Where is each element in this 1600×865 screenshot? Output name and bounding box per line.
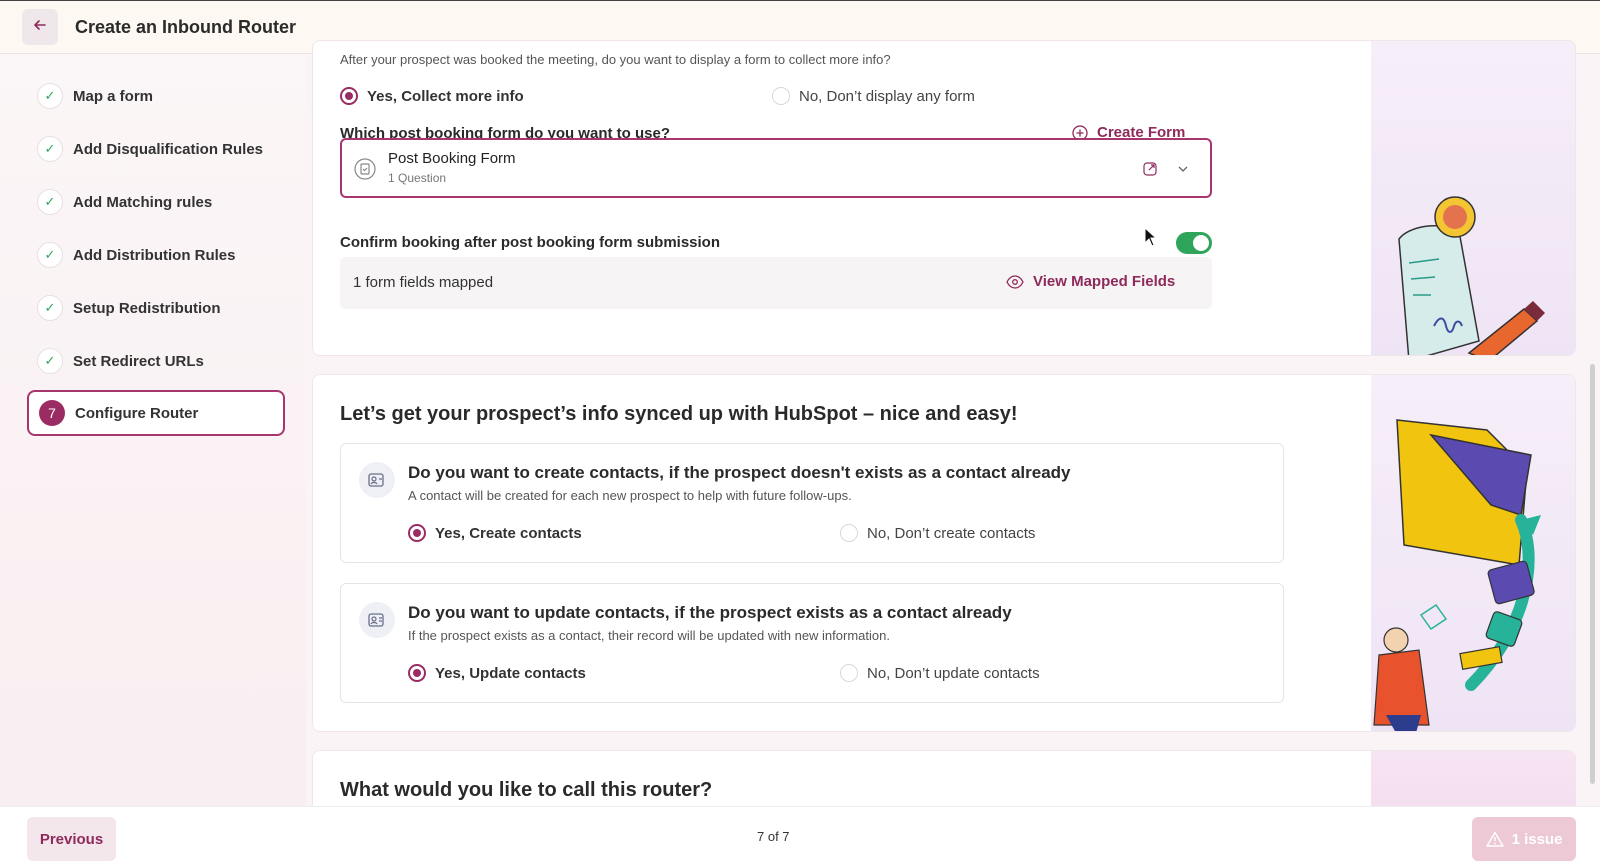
- step-label: Setup Redistribution: [73, 299, 221, 317]
- check-icon: ✓: [37, 348, 63, 374]
- create-contacts-question: Do you want to create contacts, if the p…: [408, 463, 1071, 482]
- post-booking-form-select[interactable]: Post Booking Form 1 Question: [340, 138, 1212, 198]
- footer-bar: Previous 7 of 7 1 issue: [0, 806, 1600, 865]
- create-contacts-yes-radio[interactable]: Yes, Create contacts: [408, 524, 582, 542]
- post-booking-card: After your prospect was booked the meeti…: [312, 40, 1576, 356]
- collect-info-no-radio[interactable]: No, Don’t display any form: [772, 87, 975, 105]
- external-link-icon[interactable]: [1142, 161, 1158, 182]
- step-label: Add Matching rules: [73, 193, 213, 211]
- update-contacts-no-radio[interactable]: No, Don’t update contacts: [840, 664, 1040, 682]
- check-icon: ✓: [37, 189, 63, 215]
- check-icon: ✓: [37, 295, 63, 321]
- radio-dot: [340, 87, 358, 105]
- page-indicator: 7 of 7: [757, 829, 790, 844]
- radio-dot: [408, 524, 426, 542]
- folder-illustration: [1371, 375, 1575, 731]
- check-icon: ✓: [37, 136, 63, 162]
- create-contacts-description: A contact will be created for each new p…: [408, 488, 852, 503]
- radio-dot: [840, 524, 858, 542]
- step-number: 7: [39, 400, 65, 426]
- warning-icon: [1485, 831, 1504, 847]
- radio-label: Yes, Create contacts: [435, 524, 582, 542]
- scrollbar-thumb[interactable]: [1590, 364, 1595, 784]
- radio-label: No, Don’t update contacts: [867, 664, 1040, 682]
- step-label: Add Distribution Rules: [73, 246, 236, 264]
- step-configure-router[interactable]: 7 Configure Router: [27, 390, 285, 436]
- issues-button[interactable]: 1 issue: [1472, 817, 1576, 861]
- page-title: Create an Inbound Router: [75, 16, 297, 37]
- hubspot-sync-card: Let’s get your prospect’s info synced up…: [312, 374, 1576, 732]
- issues-label: 1 issue: [1511, 830, 1563, 848]
- chevron-down-icon[interactable]: [1176, 162, 1190, 181]
- step-matching-rules[interactable]: ✓ Add Matching rules: [27, 179, 285, 225]
- step-label: Add Disqualification Rules: [73, 140, 264, 158]
- step-redirect-urls[interactable]: ✓ Set Redirect URLs: [27, 338, 285, 384]
- router-name-title: What would you like to call this router?: [340, 779, 713, 801]
- step-disqualification-rules[interactable]: ✓ Add Disqualification Rules: [27, 126, 285, 172]
- hubspot-title: Let’s get your prospect’s info synced up…: [340, 403, 1018, 425]
- cursor-icon: [1144, 226, 1158, 252]
- radio-dot: [772, 87, 790, 105]
- mapped-count: 1 form fields mapped: [353, 274, 494, 291]
- radio-dot: [408, 664, 426, 682]
- back-button[interactable]: [22, 9, 58, 45]
- post-booking-question: After your prospect was booked the meeti…: [340, 52, 891, 67]
- check-icon: ✓: [37, 242, 63, 268]
- radio-label: No, Don’t display any form: [799, 87, 975, 105]
- view-mapped-fields-button[interactable]: View Mapped Fields: [1006, 273, 1175, 290]
- view-mapped-label: View Mapped Fields: [1033, 273, 1176, 290]
- step-redistribution[interactable]: ✓ Setup Redistribution: [27, 285, 285, 331]
- step-label: Set Redirect URLs: [73, 352, 204, 370]
- previous-button[interactable]: Previous: [27, 817, 116, 861]
- update-contacts-yes-radio[interactable]: Yes, Update contacts: [408, 664, 586, 682]
- step-distribution-rules[interactable]: ✓ Add Distribution Rules: [27, 232, 285, 278]
- selected-form-name: Post Booking Form: [388, 150, 516, 167]
- arrow-left-icon: [32, 17, 48, 38]
- eye-icon: [1006, 274, 1024, 289]
- form-icon: [354, 158, 376, 185]
- collect-info-yes-radio[interactable]: Yes, Collect more info: [340, 87, 524, 105]
- radio-label: No, Don’t create contacts: [867, 524, 1036, 542]
- radio-label: Yes, Collect more info: [367, 87, 524, 105]
- step-label: Map a form: [73, 87, 154, 105]
- step-map-form[interactable]: ✓ Map a form: [27, 73, 285, 119]
- contact-update-icon: [359, 602, 395, 638]
- mapped-fields-bar: 1 form fields mapped View Mapped Fields: [340, 257, 1212, 309]
- update-contacts-card: Do you want to update contacts, if the p…: [340, 583, 1284, 703]
- create-contacts-no-radio[interactable]: No, Don’t create contacts: [840, 524, 1035, 542]
- update-contacts-question: Do you want to update contacts, if the p…: [408, 603, 1012, 622]
- create-contacts-card: Do you want to create contacts, if the p…: [340, 443, 1284, 563]
- contact-add-icon: [359, 462, 395, 498]
- radio-label: Yes, Update contacts: [435, 664, 586, 682]
- confirm-booking-toggle[interactable]: [1176, 232, 1212, 254]
- clipboard-illustration: [1371, 41, 1575, 355]
- update-contacts-description: If the prospect exists as a contact, the…: [408, 628, 890, 643]
- selected-form-sub: 1 Question: [388, 171, 447, 185]
- confirm-booking-label: Confirm booking after post booking form …: [340, 234, 721, 251]
- radio-dot: [840, 664, 858, 682]
- steps-sidebar: ✓ Map a form ✓ Add Disqualification Rule…: [0, 54, 306, 806]
- check-icon: ✓: [37, 83, 63, 109]
- step-label: Configure Router: [75, 404, 199, 422]
